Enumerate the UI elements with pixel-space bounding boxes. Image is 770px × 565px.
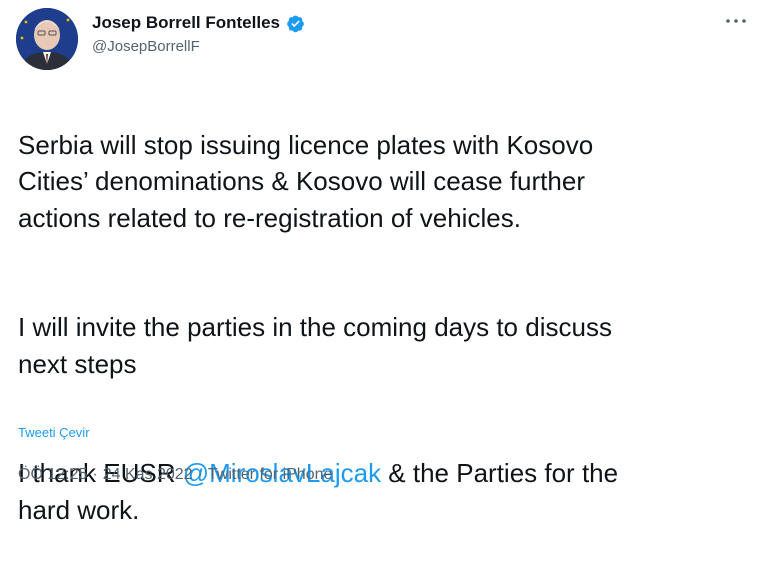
tweet-text: Serbia will stop issuing licence plates … (18, 90, 758, 565)
verified-badge-icon (286, 14, 305, 33)
tweet-source[interactable]: Twitter for iPhone (208, 466, 333, 484)
tweet-paragraph-1: Serbia will stop issuing licence plates … (18, 129, 594, 233)
name-row: Josep Borrell Fontelles (92, 12, 305, 34)
meta-separator: · (92, 466, 98, 483)
display-name[interactable]: Josep Borrell Fontelles (92, 12, 280, 34)
meta-separator: · (197, 466, 203, 483)
avatar-image (16, 8, 78, 70)
tweet-time[interactable]: ÖÖ 12:25 (18, 466, 87, 484)
tweet-paragraph-2: I will invite the parties in the coming … (18, 312, 612, 379)
translate-tweet-link[interactable]: Tweeti Çevir (18, 425, 90, 440)
author-block: Josep Borrell Fontelles @JosepBorrellF (92, 12, 305, 57)
more-options-icon[interactable] (722, 10, 750, 32)
tweet-card: Josep Borrell Fontelles @JosepBorrellF S… (0, 0, 770, 525)
tweet-date[interactable]: 24 Kas 2022 (103, 466, 193, 484)
handle[interactable]: @JosepBorrellF (92, 37, 305, 57)
tweet-meta: ÖÖ 12:25 · 24 Kas 2022 · Twitter for iPh… (18, 466, 332, 484)
avatar[interactable] (16, 8, 78, 70)
